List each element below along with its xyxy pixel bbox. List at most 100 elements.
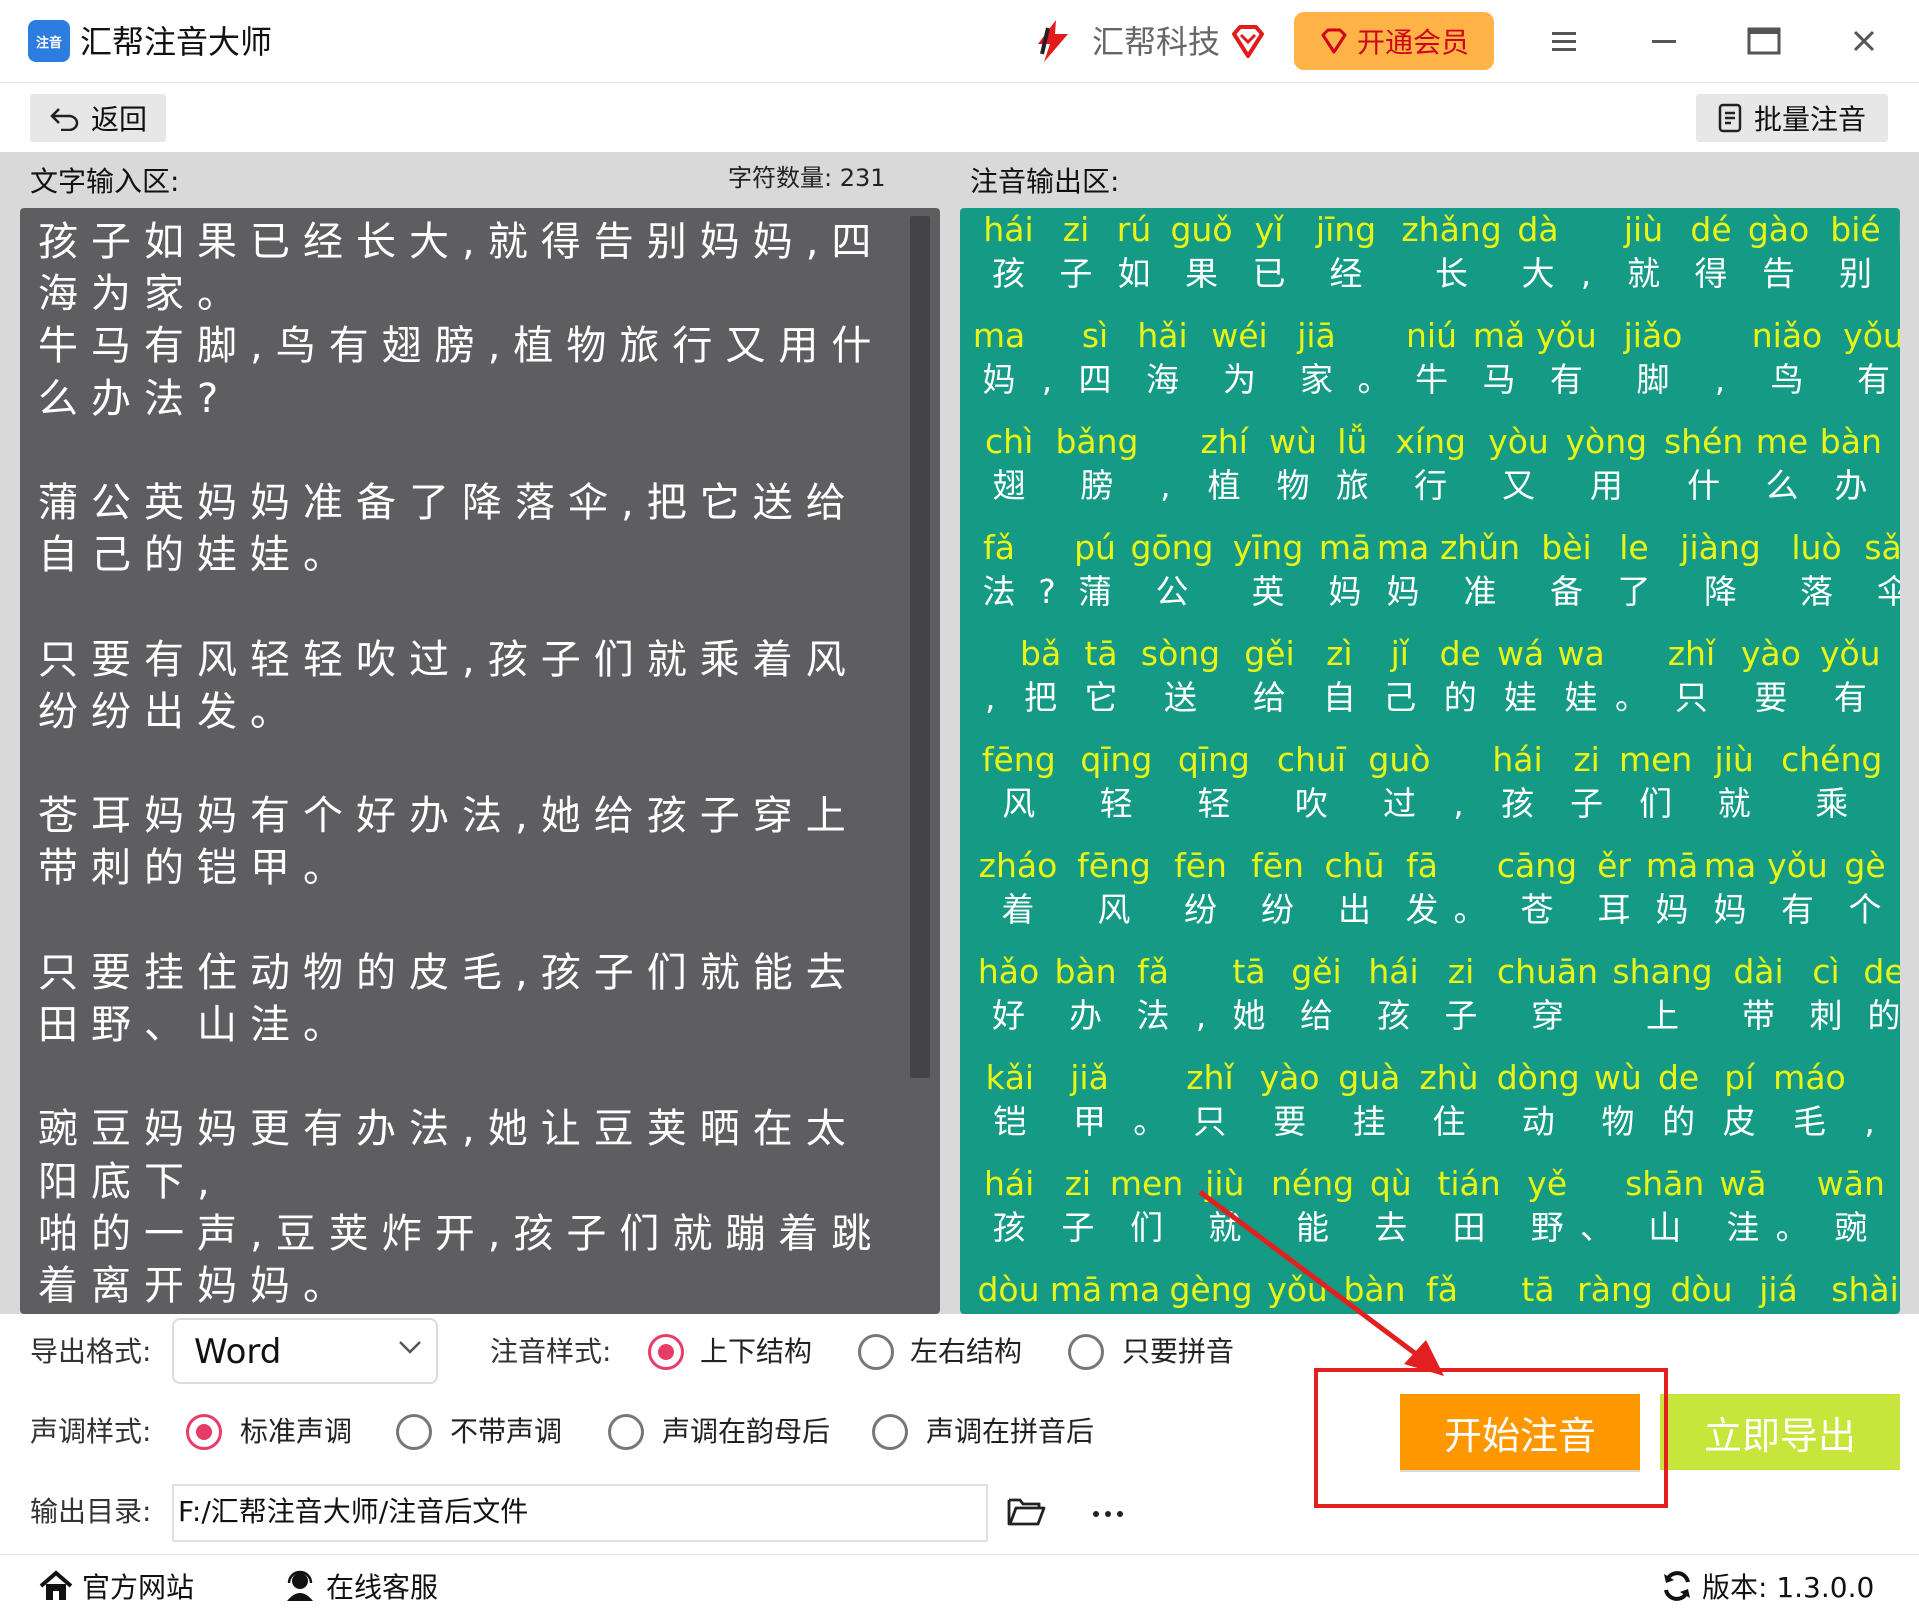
text-input-area[interactable]: 孩子如果已经长大,就得告别妈妈,四海为家。 牛马有脚,鸟有翅膀,植物旅行又用什么… [20,208,940,1314]
hanzi-text: 。 [1615,678,1648,717]
vip-button[interactable]: 开通会员 [1294,12,1494,70]
pinyin-char: xíng 行 [1395,420,1466,508]
pinyin-text [1580,1162,1613,1206]
hanzi-text: 子 [1570,784,1604,823]
menu-button[interactable] [1536,16,1592,66]
more-options-icon[interactable] [1088,1494,1128,1528]
official-website-link[interactable]: 官方网站 [38,1566,194,1606]
hanzi-text: 已 [1252,254,1286,293]
style-radio-left-right[interactable] [858,1334,894,1370]
tone-radio-none[interactable] [396,1414,432,1450]
output-row: ma 妈 , sì 四 hǎi 海 wéi 为 jiā 家 。 niú 牛 mǎ 马 yǒu 有 jiǎo 脚 ,… [960,314,1900,420]
pinyin-char: fēng 风 [982,738,1056,826]
output-row: fǎ 法 ? pú 蒲 gōng 公 yīng 英 mā 妈 ma 妈 zhǔn 准 bèi 备 le 了 jiàn… [960,526,1901,632]
pinyin-char: guò 过 [1368,738,1430,826]
pinyin-text [1453,738,1464,782]
batch-annotate-button[interactable]: 批量注音 [1696,94,1888,142]
pinyin-char: 。 [1133,1056,1166,1144]
pinyin-text: yǐ [1254,210,1284,249]
pinyin-char: néng 能 [1271,1162,1354,1250]
pinyin-text: zì [1326,634,1353,673]
app-logo-icon: 注音 [28,20,70,62]
pinyin-char: niú 牛 [1406,314,1457,402]
pinyin-char: jiù 就 [1624,208,1663,296]
pinyin-char: dài 带 [1733,950,1783,1038]
minimize-button[interactable] [1636,16,1692,66]
pinyin-text: yǒu [1767,846,1828,885]
pinyin-text: chéng [1781,740,1883,779]
pinyin-char: sì 四 [1079,314,1112,402]
version-info[interactable]: 版本: 1.3.0.0 [1660,1566,1874,1606]
pinyin-text: hái [983,1164,1035,1203]
hanzi-text: 妈 [1897,252,1900,296]
pinyin-text: yào [1740,634,1801,673]
maximize-button[interactable] [1736,16,1792,66]
pinyin-text: bèi [1541,528,1592,567]
online-support-link[interactable]: 在线客服 [282,1566,438,1606]
pinyin-char: zhǐ 只 [1668,632,1715,720]
hanzi-text: 大 [1521,254,1555,293]
hanzi-text: 的 [1867,996,1901,1035]
pinyin-char: 。 [1454,844,1487,932]
pinyin-text: wa [1557,634,1605,673]
hanzi-text: 只 [1674,678,1708,717]
pinyin-text: jiàng [1680,528,1761,567]
pinyin-char: de 的 [1440,632,1481,720]
pinyin-char: zháo 着 [979,844,1058,932]
hanzi-text: 四 [1078,360,1112,399]
pinyin-output-area[interactable]: hái 孩 zi 子 rú 如 guǒ 果 yǐ 已 jīng 经 zhǎng 长 dà 大 , jiù 就 dé 得… [960,208,1900,1314]
pinyin-text: niǎo [1751,316,1823,355]
title-bar [0,0,1919,83]
pinyin-text: zháo [978,846,1058,885]
pinyin-text: qīng [1080,740,1153,779]
close-button[interactable] [1836,16,1892,66]
pinyin-text: men [1109,1164,1184,1203]
folder-open-icon[interactable] [1006,1494,1046,1528]
hanzi-text: 她 [1232,996,1266,1035]
pinyin-char: bǎng 膀 [1055,420,1138,508]
pinyin-char: yǐ 已 [1253,208,1286,296]
hanzi-text: 子 [1444,996,1478,1035]
pinyin-text: zi [1447,952,1475,991]
pinyin-text: jiǎ [1070,1058,1109,1097]
hanzi-text: 把 [1024,678,1058,717]
export-now-button[interactable]: 立即导出 [1660,1394,1900,1470]
hanzi-text: 妈 [1386,572,1420,611]
tone-radio-after-final[interactable] [608,1414,644,1450]
back-button[interactable]: 返回 [30,94,166,142]
output-row: hái 孩 zi 子 men 们 jiù 就 néng 能 qù 去 tián 田 yě 野 、 shān 山 wā… [960,1162,1900,1268]
pinyin-text: bié [1830,210,1881,249]
tone-radio-after-pinyin[interactable] [872,1414,908,1450]
pinyin-text: de [1863,952,1900,991]
pinyin-char: jiǎ 甲 [1070,1056,1109,1144]
style-option-left-right: 左右结构 [910,1335,1023,1368]
pinyin-text: yào [1259,1058,1320,1097]
input-text[interactable]: 孩子如果已经长大,就得告别妈妈,四海为家。 牛马有脚,鸟有翅膀,植物旅行又用什么… [38,216,888,1312]
pinyin-char: yòng 用 [1566,420,1648,508]
input-scrollbar[interactable] [910,216,930,1078]
pinyin-char: yào 要 [1260,1056,1320,1144]
hanzi-text: 要 [1273,1102,1307,1141]
pinyin-text: yòng [1565,422,1648,461]
hanzi-text: 果 [1185,254,1218,293]
char-count: 字符数量: 231 [728,164,886,192]
pinyin-text: shang [1612,952,1713,991]
pinyin-text: hǎi [1137,316,1188,355]
hanzi-text: , [1453,784,1464,823]
hamburger-menu-icon [1552,32,1576,51]
style-radio-top-bottom[interactable] [648,1334,684,1370]
hanzi-text: 就 [1208,1208,1242,1247]
pinyin-text: dòu [977,1270,1040,1309]
output-row: kǎi 铠 jiǎ 甲 。 zhǐ 只 yào 要 guà 挂 zhù 住 dòng 动 wù 物 de 的 pí 皮… [960,1056,1900,1162]
pinyin-text: fēng [1077,846,1151,885]
style-radio-pinyin-only[interactable] [1068,1334,1104,1370]
pinyin-char: máo 毛 [1773,1056,1846,1144]
pinyin-text [1581,208,1592,252]
hanzi-text: 别 [1838,254,1872,293]
hanzi-text: 吹 [1294,784,1328,823]
pinyin-char: qīng 轻 [1080,738,1152,826]
pinyin-char: gěi 给 [1244,632,1294,720]
pinyin-char: hǎo 好 [978,950,1039,1038]
brand-name: 汇帮科技 [1092,23,1221,61]
tone-radio-standard[interactable] [186,1414,222,1450]
